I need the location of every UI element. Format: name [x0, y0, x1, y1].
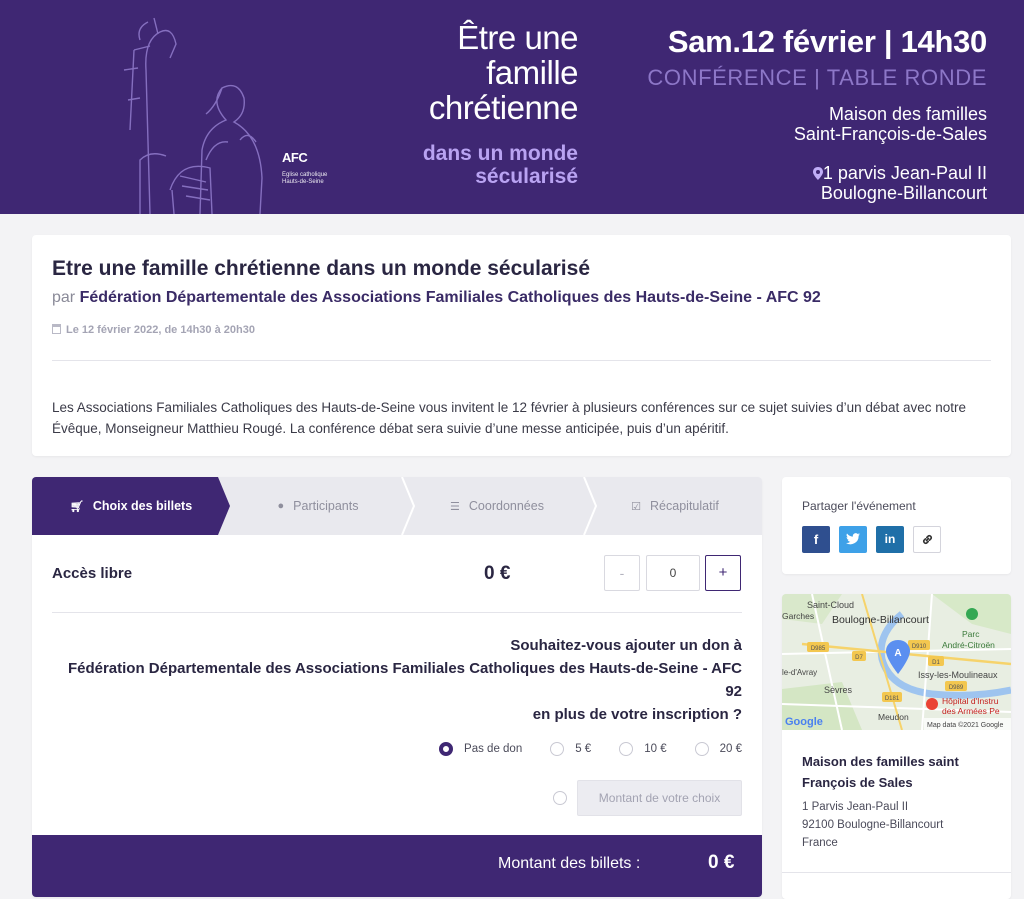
custom-donation-row: Montant de votre choix	[553, 780, 742, 816]
event-date: Le 12 février 2022, de 14h30 à 20h30	[52, 324, 255, 336]
event-title: Etre une famille chrétienne dans un mond…	[52, 257, 591, 280]
venue-name: Maison des familles saint François de Sa…	[802, 754, 959, 790]
event-info-card: Etre une famille chrétienne dans un mond…	[32, 235, 1011, 456]
checkout-steps: 🛒︎ Choix des billets ● Participants ☰ Coord…	[32, 477, 762, 535]
afc-logo: AFC	[282, 150, 308, 165]
radio-icon[interactable]	[694, 742, 709, 756]
divider	[782, 872, 1011, 873]
event-date-text: Le 12 février 2022, de 14h30 à 20h30	[66, 324, 255, 336]
donation-option-none[interactable]: Pas de don	[439, 742, 522, 756]
map-label: des Armées Pe	[942, 706, 1000, 716]
event-description: Les Associations Familiales Catholiques …	[52, 400, 966, 436]
donation-question: Souhaitez-vous ajouter un don à Fédérati…	[67, 637, 742, 723]
map-label: Issy-les-Moulineaux	[918, 670, 998, 680]
ticket-name: Accès libre	[52, 565, 133, 582]
banner-title: Être une famille chrétienne	[428, 19, 579, 126]
map-label: Sèvres	[824, 685, 853, 695]
map-label: Garches	[782, 611, 814, 621]
svg-text:D989: D989	[949, 685, 964, 691]
map-label: Saint-Cloud	[807, 600, 854, 610]
organizer-name: Fédération Départementale des Associatio…	[79, 289, 821, 306]
map-label: André-Citroën	[942, 640, 995, 650]
donation-option-5[interactable]: 5 €	[550, 742, 591, 756]
twitter-share-button[interactable]	[839, 526, 867, 553]
linkedin-share-button[interactable]: in	[876, 526, 904, 553]
svg-text:A: A	[894, 648, 901, 659]
calendar-icon	[52, 324, 61, 334]
user-icon: ●	[277, 500, 285, 512]
venue-address: 1 Parvis Jean-Paul II 92100 Boulogne-Bil…	[802, 801, 944, 849]
svg-text:D985: D985	[811, 646, 826, 652]
share-title: Partager l'événement	[802, 499, 916, 513]
banner-venue: Maison des familles Saint-François-de-Sa…	[793, 104, 987, 144]
map-pin-icon	[812, 167, 823, 180]
donation-option-20[interactable]: 20 €	[694, 742, 742, 756]
map-label: Hôpital d'Instru	[942, 696, 999, 706]
map-label: Meudon	[878, 712, 909, 722]
divider	[52, 360, 991, 361]
event-banner: AFC Église catholique Hauts-de-Seine Êtr…	[0, 0, 1024, 214]
divider	[52, 612, 742, 613]
venue-card: D985 D7 D910 D1 D989 D181 A Saint-Cloud …	[782, 594, 1011, 899]
quantity-increase-button[interactable]: +	[705, 555, 741, 591]
map-label: Boulogne-Billancourt	[832, 614, 929, 626]
step-ticket-choice[interactable]: 🛒︎ Choix des billets	[32, 477, 230, 535]
twitter-icon	[846, 533, 860, 545]
map-label: le-d'Avray	[782, 668, 817, 677]
radio-icon[interactable]	[619, 742, 634, 756]
step-summary[interactable]: ☑ Récapitulatif	[588, 477, 762, 535]
donation-option-10[interactable]: 10 €	[619, 742, 667, 756]
donation-options: Pas de don 5 € 10 € 20 €	[411, 742, 742, 756]
event-organizer: par Fédération Départementale des Associ…	[52, 289, 821, 307]
map-label: Parc	[962, 629, 980, 639]
custom-amount-input[interactable]: Montant de votre choix	[577, 780, 742, 816]
quantity-input[interactable]: 0	[646, 555, 700, 591]
banner-subtitle: dans un monde sécularisé	[422, 142, 578, 188]
svg-text:D1: D1	[932, 660, 940, 666]
by-prefix: par	[52, 289, 76, 306]
banner-event-type: CONFÉRENCE | TABLE RONDE	[647, 65, 987, 90]
banner-address: 1 parvis Jean-Paul II Boulogne-Billancou…	[812, 163, 987, 203]
ticket-row: Accès libre 0 € - 0 +	[52, 555, 742, 613]
quantity-decrease-button[interactable]: -	[604, 555, 640, 591]
link-icon	[922, 534, 932, 545]
venue-map[interactable]: D985 D7 D910 D1 D989 D181 A Saint-Cloud …	[782, 594, 1011, 730]
diocese-logo-text: Église catholique Hauts-de-Seine	[282, 172, 328, 185]
step-contact-details[interactable]: ☰ Coordonnées	[406, 477, 588, 535]
google-logo: Google	[785, 716, 823, 728]
total-value: 0 €	[708, 852, 735, 873]
cart-icon: 🛒︎	[69, 500, 84, 513]
facebook-share-button[interactable]: f	[802, 526, 830, 553]
svg-text:D181: D181	[885, 696, 900, 702]
total-bar: Montant des billets : 0 €	[32, 835, 762, 897]
radio-icon[interactable]	[553, 791, 567, 805]
list-icon: ☰	[450, 500, 460, 513]
banner-date: Sam.12 février | 14h30	[667, 24, 987, 59]
share-card: Partager l'événement f in	[782, 477, 1011, 574]
total-label: Montant des billets :	[498, 855, 641, 872]
copy-link-button[interactable]	[913, 526, 941, 553]
ticket-selection-card: 🛒︎ Choix des billets ● Participants ☰ Coord…	[32, 477, 762, 897]
map-attribution: Map data ©2021 Google	[927, 721, 1003, 729]
step-participants[interactable]: ● Participants	[230, 477, 406, 535]
check-square-icon: ☑	[631, 500, 642, 513]
radio-selected-icon[interactable]	[439, 742, 454, 756]
svg-text:D910: D910	[912, 644, 927, 650]
svg-text:D7: D7	[855, 655, 863, 661]
radio-icon[interactable]	[550, 742, 565, 756]
ticket-price: 0 €	[484, 563, 511, 584]
